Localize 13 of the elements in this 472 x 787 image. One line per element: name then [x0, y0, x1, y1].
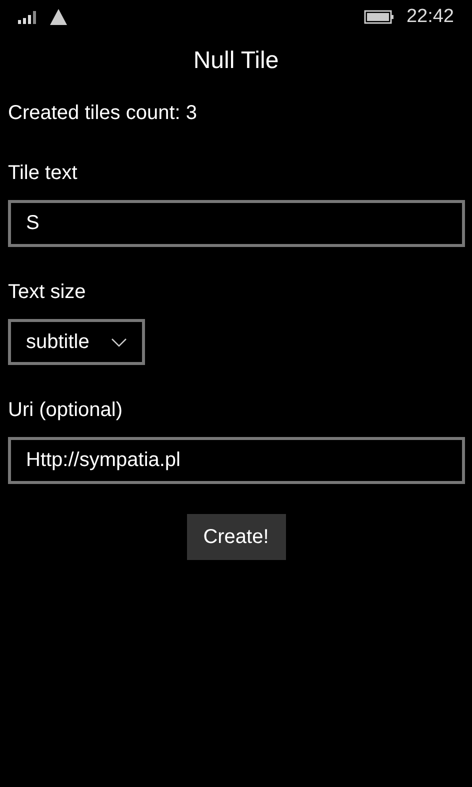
text-field[interactable]: Http://sympatia.pl: [8, 437, 465, 484]
chevron-down-icon: [111, 338, 127, 346]
page-title: Null Tile: [193, 46, 279, 76]
status-time: 22:42: [406, 4, 454, 29]
size-dropdown[interactable]: subtitle: [8, 319, 145, 365]
battery-icon: [364, 10, 394, 24]
text-field[interactable]: S: [8, 200, 465, 247]
count-text: Created tiles count: 3: [8, 101, 198, 126]
field-label: Text size: [8, 280, 87, 305]
field-label: Uri (optional): [8, 398, 124, 423]
dropdown-value: subtitle: [26, 330, 90, 355]
create-button[interactable]: Create!: [186, 514, 286, 560]
field-label: Tile text: [8, 161, 78, 186]
